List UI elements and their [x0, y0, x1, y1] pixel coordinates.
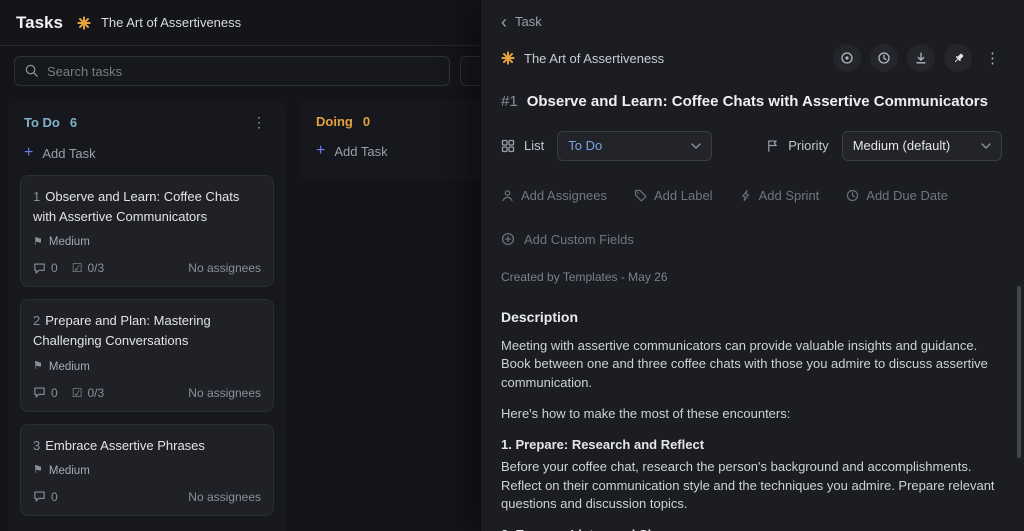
board-grid-icon	[501, 139, 515, 153]
comment-count: 0	[33, 490, 58, 504]
checklist-progress: ☑ 0/3	[72, 261, 104, 275]
chevron-down-icon	[691, 143, 701, 149]
column-title: Doing	[316, 114, 353, 129]
task-card[interactable]: 3Embrace Assertive Phrases ⚑ Medium 0 No…	[20, 424, 274, 516]
add-custom-fields-button[interactable]: Add Custom Fields	[501, 232, 634, 247]
add-sprint-button[interactable]: Add Sprint	[740, 188, 820, 203]
assignees-label: No assignees	[188, 386, 261, 400]
card-meta: 0 ☑ 0/3 No assignees	[33, 386, 261, 400]
description-subheading: 2. Engage: Listen and Share	[501, 526, 1002, 531]
card-priority: ⚑ Medium	[33, 236, 261, 248]
priority-flag-icon	[766, 139, 779, 152]
add-task-label: Add Task	[334, 144, 387, 159]
search-icon	[24, 63, 39, 78]
time-tracking-button[interactable]	[870, 44, 898, 72]
task-fields-row: List To Do Priority Medium (default)	[501, 131, 1002, 161]
card-priority: ⚑ Medium	[33, 361, 261, 373]
description-subheading: 1. Prepare: Research and Reflect	[501, 436, 1002, 455]
priority-flag-icon: ⚑	[33, 361, 43, 372]
plus-icon: +	[316, 143, 325, 159]
detail-project-name: The Art of Assertiveness	[524, 51, 664, 66]
add-due-date-button[interactable]: Add Due Date	[846, 188, 948, 203]
column-todo-header: To Do 6 ⋮	[18, 110, 276, 133]
add-assignees-button[interactable]: Add Assignees	[501, 188, 607, 203]
checklist-icon: ☑	[72, 262, 83, 274]
card-priority: ⚑ Medium	[33, 465, 261, 477]
back-label: Task	[515, 14, 542, 29]
scrollbar-thumb[interactable]	[1017, 286, 1021, 458]
card-meta: 0 No assignees	[33, 490, 261, 504]
plus-circle-icon	[501, 232, 515, 246]
column-count: 0	[363, 114, 370, 129]
column-count: 6	[70, 115, 77, 130]
clock-icon	[846, 189, 859, 202]
task-title-row: #1 Observe and Learn: Coffee Chats with …	[501, 92, 1002, 112]
plus-icon: +	[24, 145, 33, 161]
search-input[interactable]	[14, 56, 450, 86]
assignees-label: No assignees	[188, 261, 261, 275]
search-box	[14, 56, 450, 86]
card-title: 3Embrace Assertive Phrases	[33, 436, 261, 456]
detail-project-row: The Art of Assertiveness ⋮	[501, 44, 1002, 72]
tag-icon	[634, 189, 647, 202]
assignees-label: No assignees	[188, 490, 261, 504]
created-by-line: Created by Templates - May 26	[501, 270, 1002, 284]
description-paragraph: Here's how to make the most of these enc…	[501, 405, 1002, 424]
description-heading: Description	[501, 309, 1002, 325]
task-detail-panel: ‹ Task The Art of Assertiveness	[480, 0, 1024, 531]
card-number: 1	[33, 189, 40, 204]
back-button[interactable]: ‹ Task	[501, 14, 542, 29]
task-card[interactable]: 2Prepare and Plan: Mastering Challenging…	[20, 299, 274, 411]
checklist-icon: ☑	[72, 387, 83, 399]
more-options-icon[interactable]: ⋮	[981, 49, 1002, 67]
pin-button[interactable]	[944, 44, 972, 72]
app-window: Tasks The Art of Assertiveness To Do 6	[0, 0, 1024, 531]
quick-add-row: Add Assignees Add Label Add Sprint Add D…	[501, 188, 1002, 203]
add-task-label: Add Task	[42, 146, 95, 161]
card-number: 3	[33, 438, 40, 453]
priority-flag-icon: ⚑	[33, 465, 43, 476]
description-section: Description Meeting with assertive commu…	[501, 309, 1002, 531]
card-title: 1Observe and Learn: Coffee Chats with As…	[33, 187, 261, 227]
column-menu-icon[interactable]: ⋮	[248, 114, 270, 131]
column-todo: To Do 6 ⋮ + Add Task 1Observe and Learn:…	[8, 100, 286, 531]
page-title: Tasks	[16, 13, 63, 33]
card-meta: 0 ☑ 0/3 No assignees	[33, 261, 261, 275]
project-star-icon	[77, 16, 91, 30]
add-label-button[interactable]: Add Label	[634, 188, 713, 203]
back-chevron-icon: ‹	[501, 16, 507, 28]
record-button[interactable]	[833, 44, 861, 72]
download-button[interactable]	[907, 44, 935, 72]
task-title: Observe and Learn: Coffee Chats with Ass…	[527, 92, 988, 112]
comment-count: 0	[33, 261, 58, 275]
priority-select[interactable]: Medium (default)	[842, 131, 1002, 161]
priority-flag-icon: ⚑	[33, 237, 43, 248]
checklist-progress: ☑ 0/3	[72, 386, 104, 400]
add-task-button[interactable]: + Add Task	[18, 133, 276, 171]
chevron-down-icon	[981, 143, 991, 149]
person-icon	[501, 189, 514, 202]
project-name: The Art of Assertiveness	[101, 15, 241, 30]
comment-count: 0	[33, 386, 58, 400]
column-title: To Do	[24, 115, 60, 130]
project-star-icon	[501, 51, 515, 65]
card-number: 2	[33, 313, 40, 328]
task-card[interactable]: 1Observe and Learn: Coffee Chats with As…	[20, 175, 274, 287]
list-field-label: List	[501, 138, 544, 153]
description-paragraph: Before your coffee chat, research the pe…	[501, 458, 1002, 515]
list-select[interactable]: To Do	[557, 131, 712, 161]
lightning-icon	[740, 189, 752, 202]
task-id: #1	[501, 92, 518, 112]
card-title: 2Prepare and Plan: Mastering Challenging…	[33, 311, 261, 351]
priority-select-value: Medium (default)	[853, 138, 951, 153]
detail-action-buttons: ⋮	[833, 44, 1002, 72]
description-paragraph: Meeting with assertive communicators can…	[501, 337, 1002, 394]
list-select-value: To Do	[568, 138, 602, 153]
priority-field-label: Priority	[766, 138, 828, 153]
